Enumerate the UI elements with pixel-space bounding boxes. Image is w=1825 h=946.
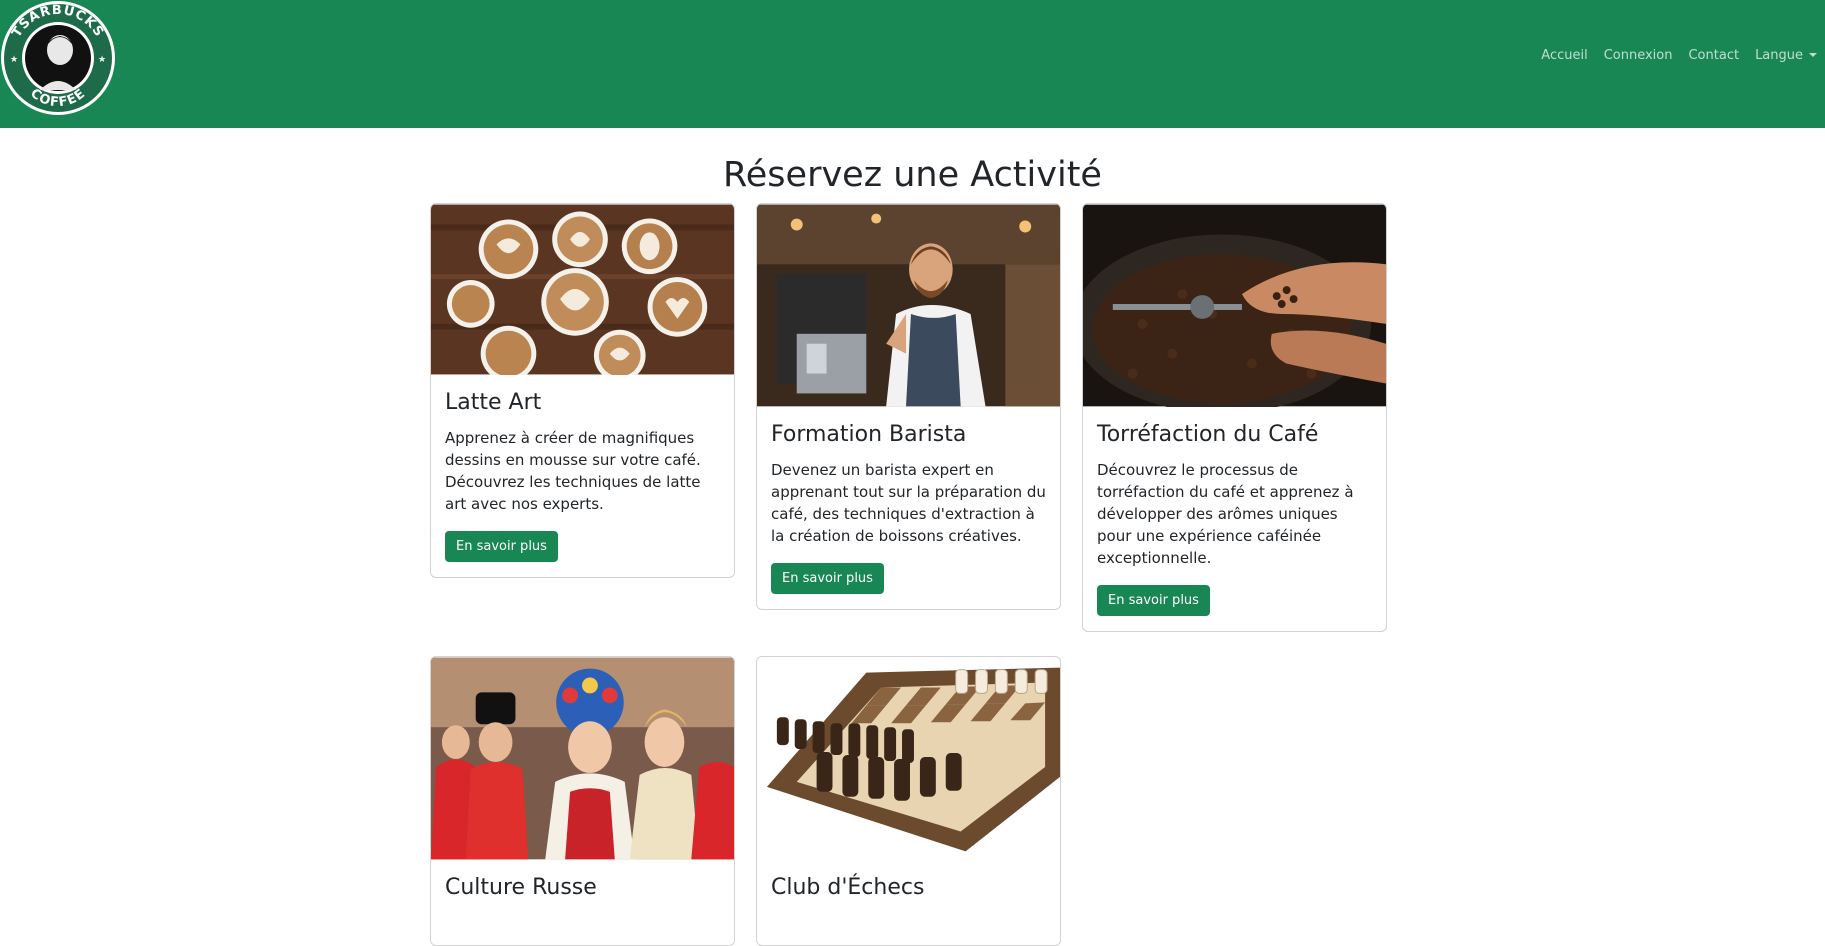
en-savoir-plus-button[interactable]: En savoir plus bbox=[1097, 585, 1210, 616]
card-culture-russe: Culture Russe bbox=[430, 656, 735, 946]
latte-art-image bbox=[431, 204, 734, 375]
card-text: Découvrez le processus de torréfaction d… bbox=[1097, 461, 1354, 567]
barista-image bbox=[757, 204, 1060, 407]
coffee-roasting-image bbox=[1083, 204, 1386, 407]
nav-accueil[interactable]: Accueil bbox=[1541, 48, 1587, 63]
en-savoir-plus-button[interactable]: En savoir plus bbox=[771, 563, 884, 594]
navbar: TSARBUCKS COFFEE ★ ★ Accueil Connexion C… bbox=[0, 0, 1825, 128]
card-title: Torréfaction du Café bbox=[1097, 422, 1319, 447]
card-body: Torréfaction du Café Découvrez le proces… bbox=[1083, 407, 1386, 631]
card-title: Formation Barista bbox=[771, 422, 967, 447]
nav-contact[interactable]: Contact bbox=[1688, 48, 1739, 63]
card-title: Latte Art bbox=[445, 390, 542, 415]
card-text: Apprenez à créer de magnifiques dessins … bbox=[445, 429, 701, 513]
card-body: Formation Barista Devenez un barista exp… bbox=[757, 407, 1060, 609]
card-title: Culture Russe bbox=[445, 875, 597, 900]
card-formation-barista: Formation Barista Devenez un barista exp… bbox=[756, 203, 1061, 610]
page-title: Réservez une Activité bbox=[723, 155, 1102, 195]
en-savoir-plus-button[interactable]: En savoir plus bbox=[445, 531, 558, 562]
caret-down-icon bbox=[1809, 53, 1817, 57]
card-title: Club d'Échecs bbox=[771, 875, 925, 900]
svg-text:★: ★ bbox=[98, 55, 106, 65]
nav-menu: Accueil Connexion Contact Langue bbox=[1541, 48, 1817, 63]
svg-text:★: ★ bbox=[10, 55, 18, 65]
card-torrefaction: Torréfaction du Café Découvrez le proces… bbox=[1082, 203, 1387, 632]
nav-connexion[interactable]: Connexion bbox=[1604, 48, 1673, 63]
nav-langue-label: Langue bbox=[1755, 48, 1803, 63]
card-latte-art: Latte Art Apprenez à créer de magnifique… bbox=[430, 203, 735, 578]
russian-culture-image bbox=[431, 657, 734, 860]
tsarbucks-logo[interactable]: TSARBUCKS COFFEE ★ ★ bbox=[0, 0, 116, 116]
chess-image bbox=[757, 657, 1060, 860]
card-club-echecs: Club d'Échecs bbox=[756, 656, 1061, 946]
card-body: Latte Art Apprenez à créer de magnifique… bbox=[431, 375, 734, 577]
nav-langue-dropdown[interactable]: Langue bbox=[1755, 48, 1817, 63]
card-text: Devenez un barista expert en apprenant t… bbox=[771, 461, 1046, 545]
